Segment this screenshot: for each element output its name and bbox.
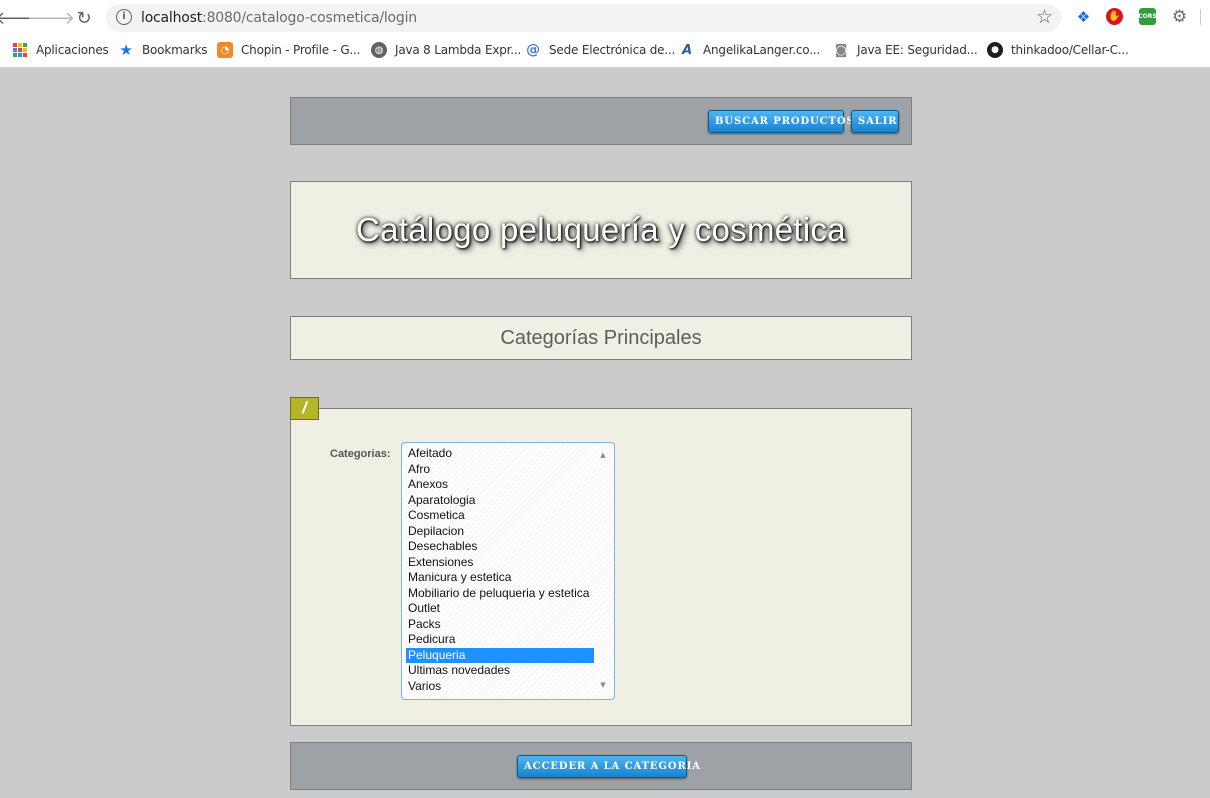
buscar-productos-button[interactable]: BUSCAR PRODUCTOS (708, 110, 854, 133)
category-option[interactable]: Outlet (406, 601, 594, 617)
bookmark-java8-lambda[interactable]: ◍ Java 8 Lambda Expr... (371, 41, 521, 59)
bookmark-label: Java 8 Lambda Expr... (395, 43, 522, 57)
chopin-icon: ◔ (217, 42, 233, 58)
category-option[interactable]: Manicura y estetica (406, 570, 594, 586)
url-host: localhost (141, 10, 203, 26)
bookmark-chopin[interactable]: ◔ Chopin - Profile - G... (217, 41, 360, 59)
settings-extension-icon[interactable]: ⚙ (1171, 7, 1188, 27)
salir-button[interactable]: SALIR (851, 110, 899, 133)
scroll-up-arrow-icon[interactable]: ▲ (596, 449, 610, 461)
adblock-extension-icon[interactable]: ✋ (1106, 8, 1123, 25)
top-toolbar: BUSCAR PRODUCTOS SALIR (290, 97, 912, 145)
category-option[interactable]: Cosmetica (406, 508, 594, 524)
globe-icon: ◍ (371, 42, 387, 58)
category-option[interactable]: Extensiones (406, 555, 594, 571)
bookmark-label: Bookmarks (142, 43, 208, 57)
bookmark-aplicaciones[interactable]: Aplicaciones (12, 41, 109, 59)
category-option[interactable]: Afro (406, 462, 594, 478)
bookmark-label: Chopin - Profile - G... (241, 43, 361, 57)
category-list: Afeitado Afro Anexos Aparatologia Cosmetica D… (406, 446, 594, 694)
category-option[interactable]: Depilacion (406, 524, 594, 540)
category-option[interactable]: Varios (406, 679, 594, 695)
category-option[interactable]: Aparatologia (406, 493, 594, 509)
form-tab-slash-icon: / (290, 397, 319, 420)
categorias-listbox[interactable]: Afeitado Afro Anexos Aparatologia Cosmetica D… (401, 442, 615, 700)
category-option[interactable]: Desechables (406, 539, 594, 555)
category-option[interactable]: Anexos (406, 477, 594, 493)
bookmark-thinkadoo[interactable]: ● thinkadoo/Cellar-C... (987, 41, 1129, 59)
bookmark-bookmarks[interactable]: ★ Bookmarks (118, 41, 207, 59)
category-option[interactable]: Pedicura (406, 632, 594, 648)
section-title: Categorías Principales (500, 327, 702, 349)
page-title: Catálogo peluquería y cosmética (356, 211, 846, 248)
bookmark-star-icon[interactable]: ☆ (1036, 6, 1053, 28)
category-option[interactable]: Afeitado (406, 446, 594, 462)
at-icon: @ (526, 42, 540, 58)
listbox-scrollbar[interactable]: ▲ ▼ (596, 447, 610, 691)
category-option[interactable]: Packs (406, 617, 594, 633)
bookmark-angelikalanger[interactable]: A AngelikaLanger.co... (679, 41, 820, 59)
bookmark-label: thinkadoo/Cellar-C... (1011, 43, 1129, 57)
star-icon: ★ (119, 41, 133, 59)
url-path: :8080/catalogo-cosmetica/login (202, 10, 417, 26)
forward-arrow-icon[interactable]: 🡒 (27, 6, 75, 30)
bookmarks-bar: Aplicaciones ★ Bookmarks ◔ Chopin - Prof… (0, 37, 1210, 63)
scroll-down-arrow-icon[interactable]: ▼ (596, 679, 610, 691)
dropbox-extension-icon[interactable]: ❖ (1075, 8, 1092, 26)
category-option[interactable]: Mobiliario de peluqueria y estetica (406, 586, 594, 602)
address-bar[interactable]: i localhost:8080/catalogo-cosmetica/logi… (106, 4, 1061, 32)
site-info-icon[interactable]: i (116, 9, 132, 25)
reload-icon[interactable]: ↻ (71, 6, 97, 30)
category-form: Categorias: Afeitado Afro Anexos Aparatolog… (290, 408, 912, 726)
category-option[interactable]: Peluqueria (406, 647, 594, 663)
camera-icon: ◙ (834, 42, 848, 58)
github-icon: ● (987, 42, 1003, 58)
categorias-label: Categorias: (330, 448, 391, 460)
cors-extension-icon[interactable]: CORS (1138, 8, 1157, 25)
bookmark-label: Java EE: Seguridad... (857, 43, 978, 57)
header-banner: Catálogo peluquería y cosmética (290, 181, 912, 279)
category-option[interactable]: Ultimas novedades (406, 663, 594, 679)
url-text[interactable]: localhost:8080/catalogo-cosmetica/login (141, 10, 417, 26)
bookmark-label: Aplicaciones (36, 43, 109, 57)
acceder-categoria-button[interactable]: ACCEDER A LA CATEGORIA (517, 755, 700, 778)
bottom-toolbar: ACCEDER A LA CATEGORIA (290, 742, 912, 790)
bookmark-java-ee[interactable]: ◙ Java EE: Seguridad... (833, 41, 978, 59)
al-icon: A (682, 42, 692, 58)
apps-grid-icon (12, 42, 28, 58)
section-header: Categorías Principales (290, 316, 912, 360)
bookmark-sede-electronica[interactable]: @ Sede Electrónica de... (525, 41, 675, 59)
browser-chrome: 🡐 🡒 ↻ i localhost:8080/catalogo-cosmetic… (0, 0, 1210, 68)
bookmark-label: Sede Electrónica de... (549, 43, 676, 57)
bookmark-label: AngelikaLanger.co... (703, 43, 821, 57)
toolbar-divider (1200, 9, 1201, 25)
